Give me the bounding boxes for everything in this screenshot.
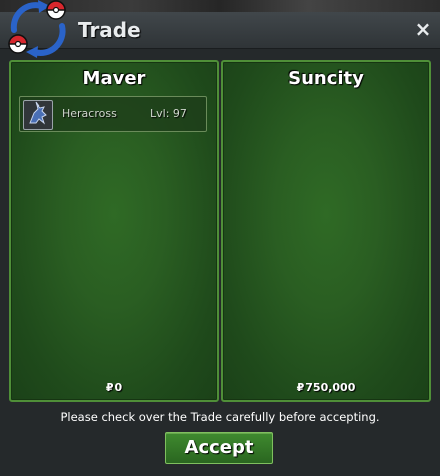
right-money-amount: 750,000 xyxy=(305,381,356,394)
pokeball-swap-icon xyxy=(8,0,66,58)
pokedollar-icon: ₽ xyxy=(105,381,114,394)
right-money: ₽750,000 xyxy=(223,381,429,394)
close-button[interactable]: × xyxy=(412,18,434,40)
left-money: ₽0 xyxy=(11,381,217,394)
right-trade-panel: Suncity ₽750,000 xyxy=(221,60,431,402)
trade-item-row[interactable]: Heracross Lvl: 97 xyxy=(19,96,207,132)
trade-warning-text: Please check over the Trade carefully be… xyxy=(60,410,380,424)
left-trade-panel: Maver Heracross Lvl: 97 ₽0 xyxy=(9,60,219,402)
trade-item-level: Lvl: 97 xyxy=(150,107,187,120)
left-player-name: Maver xyxy=(82,68,146,89)
trade-window: Trade × Maver Heracross Lvl: 97 ₽0 Sunci… xyxy=(0,0,440,476)
heracross-sprite-icon xyxy=(23,100,53,130)
pokedollar-icon: ₽ xyxy=(296,381,305,394)
window-title: Trade xyxy=(78,18,141,42)
trade-item-name: Heracross xyxy=(62,107,117,120)
right-player-name: Suncity xyxy=(288,68,364,89)
accept-button[interactable]: Accept xyxy=(165,432,273,464)
left-money-amount: 0 xyxy=(114,381,123,394)
